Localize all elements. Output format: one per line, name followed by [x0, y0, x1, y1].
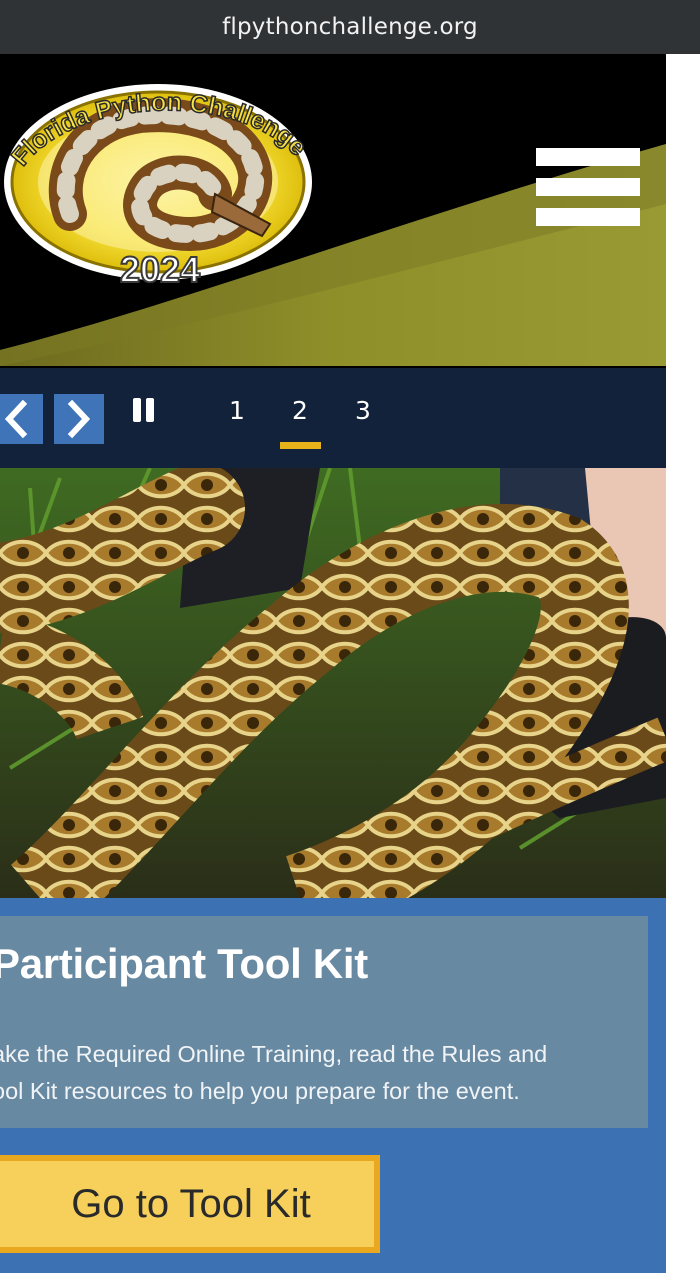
card-description: ake the Required Online Training, read t…	[0, 1036, 652, 1110]
florida-python-challenge-logo[interactable]: Florida Python Challenge 2024	[0, 64, 330, 294]
active-slide-indicator	[280, 442, 321, 449]
next-slide-button[interactable]	[54, 394, 104, 444]
logo-year-text: 2024	[120, 249, 200, 290]
url-text: flpythonchallenge.org	[222, 14, 478, 40]
cta-label: Go to Tool Kit	[71, 1181, 311, 1226]
prev-slide-button[interactable]	[0, 394, 43, 444]
slide-page-3[interactable]: 3	[348, 396, 378, 425]
chevron-left-icon	[4, 399, 28, 439]
slide-page-2[interactable]: 2	[285, 396, 315, 425]
card-description-line-1: ake the Required Online Training, read t…	[0, 1041, 548, 1067]
browser-url-bar[interactable]: flpythonchallenge.org	[0, 0, 700, 54]
page-content: Florida Python Challenge 2024 1 2 3 Part…	[0, 54, 666, 1273]
go-to-tool-kit-button[interactable]: Go to Tool Kit	[0, 1155, 380, 1253]
participant-tool-kit-card: Participant Tool Kit ake the Required On…	[0, 916, 648, 1128]
page-gutter	[666, 54, 700, 1273]
slideshow-controls: 1 2 3	[0, 366, 666, 468]
site-header: Florida Python Challenge 2024	[0, 54, 666, 366]
card-title: Participant Tool Kit	[0, 940, 368, 987]
pause-icon	[133, 398, 141, 422]
hamburger-menu-icon[interactable]	[536, 148, 640, 226]
slide-page-1[interactable]: 1	[222, 396, 252, 425]
card-description-line-2: ool Kit resources to help you prepare fo…	[0, 1078, 520, 1104]
chevron-right-icon	[67, 399, 91, 439]
slide-photo-python	[0, 468, 666, 898]
pause-slideshow-button[interactable]	[133, 398, 157, 426]
